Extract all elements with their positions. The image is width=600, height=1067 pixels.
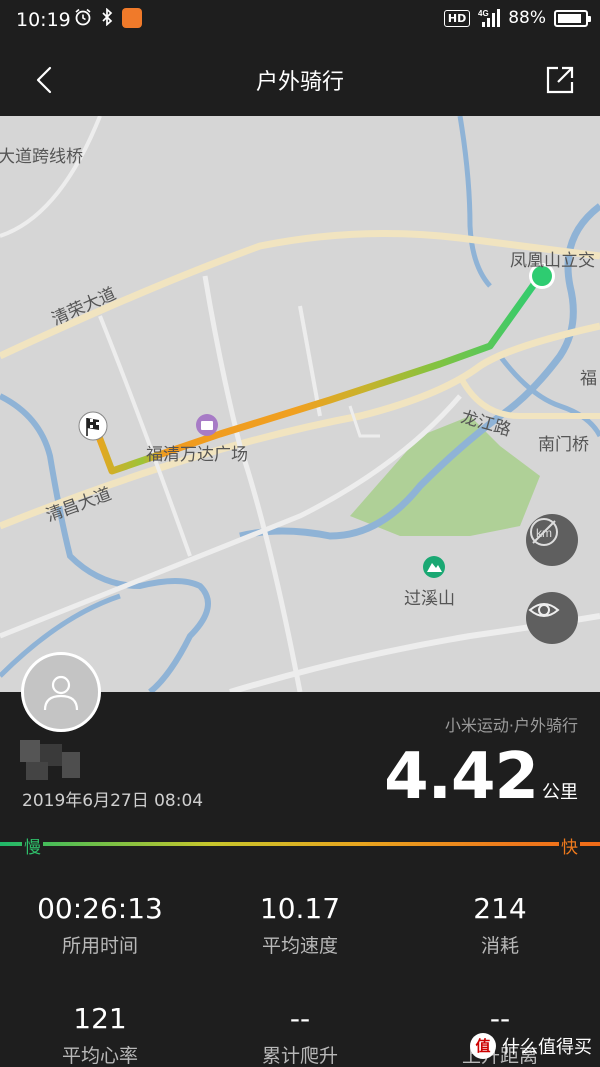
- watermark-logo: 值: [470, 1033, 496, 1059]
- stat-calories: 214 消耗: [400, 892, 600, 958]
- speed-gradient-bar: [0, 842, 600, 846]
- app-header: 户外骑行: [0, 42, 600, 116]
- stat-value: --: [289, 1002, 311, 1035]
- stat-value: 10.17: [259, 892, 341, 925]
- avatar[interactable]: [21, 652, 101, 732]
- activity-source: 小米运动·户外骑行: [444, 716, 578, 735]
- park-area: [350, 416, 540, 536]
- activity-panel: 2019年6月27日 08:04 小米运动·户外骑行 4.42 公里 慢 快 0…: [0, 692, 600, 1067]
- signal-icon: 4G: [478, 8, 501, 28]
- stat-value: 121: [73, 1002, 127, 1035]
- svg-text:4G: 4G: [478, 9, 489, 18]
- stat-label: 平均速度: [261, 935, 338, 957]
- map-label-guoxi: 过溪山: [404, 589, 455, 609]
- stat-duration: 00:26:13 所用时间: [0, 892, 200, 958]
- route-map[interactable]: 大道跨线桥 清荣大道 清昌大道 福清万达广场 凤凰山立交 龙江路 南门桥 福 过…: [0, 116, 600, 692]
- share-icon: [546, 66, 574, 94]
- alarm-icon: [74, 8, 92, 28]
- share-button[interactable]: [542, 62, 578, 98]
- toggle-visibility-button[interactable]: [526, 592, 578, 644]
- activity-date: 2019年6月27日 08:04: [22, 791, 204, 811]
- user-icon: [43, 675, 79, 711]
- eye-icon: [528, 603, 560, 617]
- km-off-icon: km: [530, 518, 558, 546]
- stat-label: 所用时间: [61, 935, 138, 957]
- speed-fast-label: 快: [559, 833, 580, 858]
- stat-value: --: [489, 1002, 511, 1035]
- stat-avg-speed: 10.17 平均速度: [200, 892, 400, 958]
- stat-total-climb: -- 累计爬升: [200, 1002, 400, 1067]
- distance-display: 4.42 公里: [384, 740, 578, 814]
- battery-icon: [554, 9, 591, 27]
- page-title: 户外骑行: [255, 70, 344, 95]
- watermark-text: 什么值得买: [502, 1037, 592, 1058]
- speed-slow-label: 慢: [22, 833, 43, 858]
- map-label-plaza: 福清万达广场: [146, 445, 248, 465]
- battery-percent: 88%: [508, 8, 546, 28]
- stat-value: 00:26:13: [37, 892, 163, 925]
- stat-avg-heart-rate: 121 平均心率: [0, 1002, 200, 1067]
- bluetooth-icon: [98, 7, 116, 28]
- watermark: 值 什么值得买: [470, 1033, 592, 1059]
- status-bar: 10:19 HD 4G 88%: [0, 0, 600, 42]
- speed-legend: 慢 快: [0, 833, 600, 858]
- app-notification-icon: [122, 8, 142, 28]
- status-time: 10:19: [16, 9, 71, 31]
- username-redacted: [20, 740, 80, 782]
- stat-value: 214: [473, 892, 527, 925]
- stat-label: 平均心率: [61, 1045, 138, 1067]
- stat-label: 累计爬升: [261, 1045, 338, 1067]
- stat-label: 消耗: [480, 935, 519, 957]
- map-label-nanmen: 南门桥: [538, 435, 589, 455]
- map-canvas: [0, 116, 600, 692]
- finish-flag-icon: [78, 411, 108, 441]
- map-label-fu: 福: [580, 369, 597, 389]
- map-label-fenghuang: 凤凰山立交: [510, 251, 595, 271]
- map-label-bridge: 大道跨线桥: [0, 147, 83, 167]
- distance-value: 4.42: [384, 740, 539, 814]
- hide-km-markers-button[interactable]: km: [526, 514, 578, 566]
- hd-badge: HD: [443, 9, 471, 27]
- distance-unit: 公里: [542, 782, 578, 803]
